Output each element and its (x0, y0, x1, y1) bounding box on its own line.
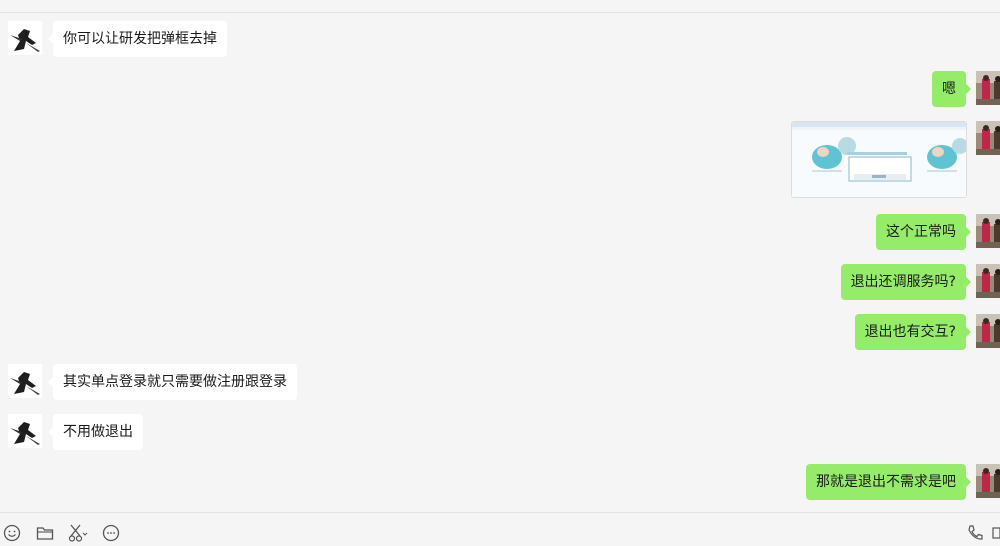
video-icon[interactable] (992, 524, 1000, 542)
message-bubble-outgoing[interactable]: 这个正常吗 (876, 214, 971, 250)
input-toolbar (0, 512, 1000, 542)
chat-bubble-icon[interactable] (102, 524, 120, 542)
image-message[interactable] (791, 121, 967, 198)
phone-icon[interactable] (966, 524, 984, 542)
message-bubble-outgoing[interactable]: 退出也有交互? (854, 314, 972, 350)
message-bubble-outgoing[interactable]: 嗯 (932, 71, 971, 107)
message-bubble-outgoing[interactable]: 那就是退出不需求是吧 (806, 464, 971, 500)
emoji-icon[interactable] (3, 524, 21, 542)
message-bubble-incoming[interactable]: 其实单点登录就只需要做注册跟登录 (48, 364, 297, 400)
avatar-self[interactable] (976, 314, 1000, 348)
scissors-icon[interactable] (68, 524, 88, 542)
avatar-self[interactable] (976, 71, 1000, 105)
folder-icon[interactable] (36, 524, 54, 542)
message-bubble-incoming[interactable]: 不用做退出 (48, 414, 143, 450)
avatar-self[interactable] (976, 264, 1000, 298)
avatar-self[interactable] (976, 121, 1000, 155)
message-bubble-incoming[interactable]: 你可以让研发把弹框去掉 (48, 21, 227, 57)
message-bubble-outgoing[interactable]: 退出还调服务吗? (840, 264, 972, 300)
chat-history[interactable]: 你可以让研发把弹框去掉 嗯 这个正常吗 退出还调服务吗? 退出也有交互? 其实单… (0, 0, 1000, 512)
avatar-self[interactable] (976, 214, 1000, 248)
avatar-self[interactable] (976, 464, 1000, 498)
